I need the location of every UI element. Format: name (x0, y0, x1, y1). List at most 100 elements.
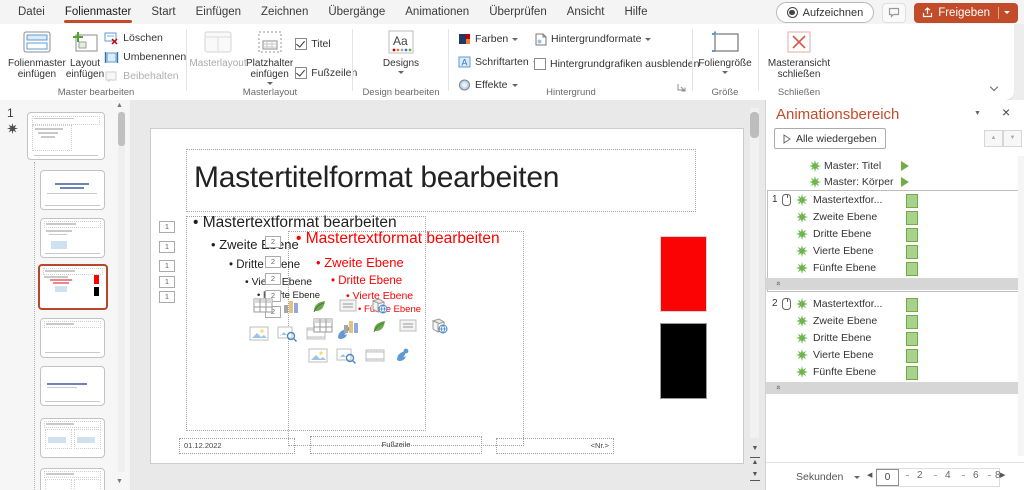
animation-number-badge[interactable]: 1 (159, 276, 175, 288)
insert-icons-icon[interactable] (393, 347, 411, 369)
layout-thumbnail[interactable] (40, 468, 105, 490)
animation-number-badge[interactable]: 2 (265, 256, 281, 268)
timeline-scroll-left-icon[interactable]: ◀ (867, 471, 872, 479)
timeline-unit-dropdown[interactable]: Sekunden (796, 471, 843, 483)
red-bullet-line[interactable]: • Zweite Ebene (316, 255, 404, 270)
insert-picture-icon[interactable] (249, 325, 269, 347)
next-slide-icon[interactable]: ▼ (750, 470, 760, 481)
animation-number-badge[interactable]: 1 (159, 221, 175, 233)
animation-item[interactable]: Dritte Ebene (766, 330, 1018, 346)
slide-title-text[interactable]: Mastertitelformat bearbeiten (194, 161, 559, 195)
delete-button[interactable]: Löschen (104, 29, 186, 47)
insert-stock-image-icon[interactable] (277, 325, 297, 347)
tab-ueberpruefen[interactable]: Überprüfen (479, 0, 557, 24)
slide-size-button[interactable]: Foliengröße (696, 25, 754, 74)
slide-number-placeholder[interactable]: <Nr.> (496, 438, 614, 454)
insert-picture-icon[interactable] (308, 347, 328, 369)
selected-layout-thumbnail[interactable] (38, 264, 108, 310)
play-from-icon[interactable] (901, 161, 909, 171)
animation-item[interactable]: Zweite Ebene (766, 209, 1018, 225)
collapse-ribbon-icon[interactable] (990, 84, 998, 92)
tab-zeichnen[interactable]: Zeichnen (251, 0, 318, 24)
tab-start[interactable]: Start (141, 0, 185, 24)
checkbox-checked-icon[interactable] (295, 67, 307, 79)
play-all-button[interactable]: Alle wiedergeben (774, 128, 886, 149)
animation-number-badge[interactable]: 2 (265, 273, 281, 285)
insert-chart-icon[interactable] (281, 297, 301, 319)
close-master-view-button[interactable]: Masteransicht schließen (764, 25, 834, 80)
tab-einfuegen[interactable]: Einfügen (186, 0, 251, 24)
animation-item[interactable]: Fünfte Ebene (766, 364, 1018, 380)
rename-button[interactable]: Umbenennen (104, 48, 186, 66)
date-placeholder[interactable]: 01.12.2022 (179, 438, 295, 454)
thumbnail-scrollbar-thumb[interactable] (118, 112, 125, 146)
slide[interactable]: Mastertitelformat bearbeiten • Mastertex… (150, 128, 744, 464)
canvas-scrollbar-thumb[interactable] (750, 112, 759, 138)
layout-thumbnail[interactable] (40, 218, 105, 258)
insert-text-frame-icon[interactable] (338, 297, 358, 319)
insert-table-icon[interactable] (253, 297, 273, 319)
share-button[interactable]: Freigeben (914, 3, 1018, 23)
layout-thumbnail[interactable] (40, 418, 105, 458)
animation-number-badge[interactable]: 1 (159, 241, 175, 253)
black-rectangle-shape[interactable] (660, 323, 707, 399)
animation-item-master-body[interactable]: Master: Körper (766, 174, 1018, 190)
scroll-down-icon[interactable]: ▼ (116, 478, 123, 485)
thumbnail-scrollbar-track[interactable] (118, 112, 125, 472)
animation-item[interactable]: 2 Mastertextfor... (766, 296, 1018, 312)
animation-duration-bar[interactable] (906, 262, 918, 276)
master-slide-thumbnail[interactable] (27, 112, 105, 160)
colors-button[interactable]: Farben (458, 30, 539, 48)
insert-smartart-icon[interactable] (310, 297, 330, 319)
play-from-icon[interactable] (901, 177, 909, 187)
layout-thumbnail[interactable] (40, 318, 105, 358)
comments-button[interactable] (882, 3, 906, 23)
insert-stock-image-icon[interactable] (336, 347, 356, 369)
animation-item-master-title[interactable]: Master: Titel (766, 158, 1018, 174)
scroll-down-icon[interactable]: ▼ (750, 444, 760, 454)
tab-datei[interactable]: Datei (8, 0, 55, 24)
tab-uebergaenge[interactable]: Übergänge (318, 0, 395, 24)
insert-chart-icon[interactable] (341, 317, 361, 339)
previous-slide-icon[interactable]: ▲ (750, 457, 760, 468)
animation-duration-bar[interactable] (906, 211, 918, 225)
hide-background-graphics-checkbox[interactable]: Hintergrundgrafiken ausblenden (534, 55, 699, 73)
animation-duration-bar[interactable] (906, 315, 918, 329)
title-checkbox[interactable]: Titel (295, 35, 357, 53)
bullet-line[interactable]: • Zweite Ebene (211, 237, 299, 252)
tab-ansicht[interactable]: Ansicht (557, 0, 615, 24)
background-styles-button[interactable]: Hintergrundformate (534, 30, 699, 48)
animation-duration-bar[interactable] (906, 245, 918, 259)
record-button[interactable]: Aufzeichnen (776, 2, 875, 23)
animation-number-badge[interactable]: 1 (159, 291, 175, 303)
tab-animationen[interactable]: Animationen (395, 0, 479, 24)
collapse-group-bar[interactable]: » (766, 382, 1018, 394)
animation-number-badge[interactable]: 1 (159, 260, 175, 272)
animation-item[interactable]: Dritte Ebene (766, 226, 1018, 242)
pane-scrollbar-track[interactable] (1018, 156, 1024, 456)
footer-placeholder[interactable]: Fußzeile (310, 436, 482, 454)
red-bullet-line[interactable]: • Mastertextformat bearbeiten (296, 230, 500, 248)
checkbox-unchecked-icon[interactable] (534, 58, 546, 70)
canvas-scrollbar-track[interactable] (750, 108, 759, 438)
animation-item[interactable]: Fünfte Ebene (766, 260, 1018, 276)
tab-folienmaster[interactable]: Folienmaster (55, 0, 141, 24)
layout-thumbnail[interactable] (40, 170, 105, 210)
insert-3d-model-icon[interactable] (427, 317, 449, 339)
red-rectangle-shape[interactable] (660, 236, 707, 312)
animation-duration-bar[interactable] (906, 194, 918, 208)
insert-table-icon[interactable] (313, 317, 333, 339)
insert-smartart-icon[interactable] (370, 317, 390, 339)
scroll-up-icon[interactable]: ▲ (116, 102, 123, 109)
animation-number-badge[interactable]: 2 (265, 236, 281, 248)
red-bullet-line[interactable]: • Dritte Ebene (331, 275, 402, 287)
checkbox-checked-icon[interactable] (295, 38, 307, 50)
timeline-scroll-right-icon[interactable]: ▶ (1000, 471, 1005, 479)
fonts-button[interactable]: ASchriftarten (458, 53, 539, 71)
animation-duration-bar[interactable] (906, 298, 918, 312)
insert-3d-model-icon[interactable] (367, 297, 389, 319)
animation-item[interactable]: 1 Mastertextfor... (766, 192, 1018, 208)
pane-close-icon[interactable]: × (1002, 104, 1010, 120)
animation-item[interactable]: Vierte Ebene (766, 347, 1018, 363)
animation-item[interactable]: Vierte Ebene (766, 243, 1018, 259)
